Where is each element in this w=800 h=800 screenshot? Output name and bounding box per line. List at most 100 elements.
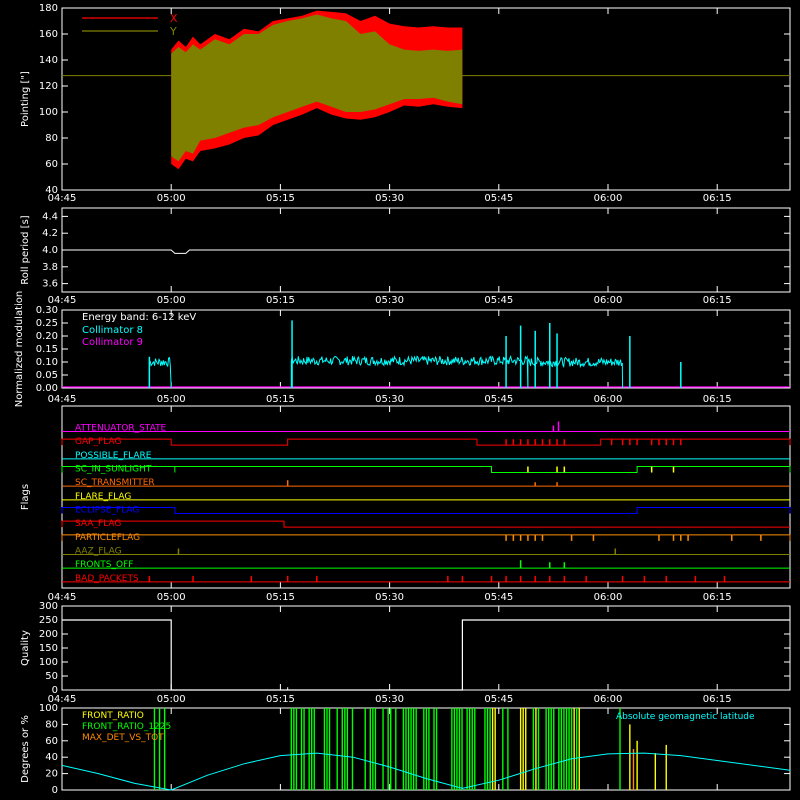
y-tick-label: 0.15	[36, 344, 58, 355]
x-tick-label: 05:15	[266, 394, 295, 405]
y-tick-label: 40	[45, 752, 58, 763]
legend-label: Collimator 8	[82, 325, 143, 336]
x-tick-label: 05:00	[157, 295, 186, 306]
y-tick-label: 80	[45, 133, 58, 144]
y-tick-label: 100	[39, 703, 58, 714]
y-tick-label: 120	[39, 81, 58, 92]
flag-label: SC_TRANSMITTER	[75, 478, 155, 488]
x-tick-label: 06:15	[703, 193, 732, 204]
x-tick-label: 05:45	[484, 295, 513, 306]
y-tick-label: 3.8	[42, 262, 58, 273]
x-tick-label: 05:30	[375, 193, 404, 204]
flag-label: SAA_FLAG	[75, 519, 121, 529]
collimator-8-segment	[148, 357, 172, 389]
x-tick-label: 05:30	[375, 694, 404, 705]
y-tick-label: 0.10	[36, 357, 58, 368]
y-axis-label: Roll period [s]	[20, 215, 31, 284]
x-tick-label: 05:15	[266, 295, 295, 306]
y-tick-label: 4.2	[42, 228, 58, 239]
y-axis-label: Normalized modulation	[14, 291, 25, 408]
y-tick-label: 150	[39, 643, 58, 654]
y-axis-label: Flags	[20, 484, 31, 510]
x-tick-label: 05:45	[484, 394, 513, 405]
y-axis-label: Quality	[20, 630, 31, 666]
flag-label: PARTICLEFLAG	[75, 533, 140, 543]
y-tick-label: 300	[39, 601, 58, 612]
panel-frame	[61, 405, 791, 589]
y-tick-label: 100	[39, 657, 58, 668]
x-tick-label: 05:00	[157, 193, 186, 204]
legend-label: X	[170, 12, 178, 25]
y-tick-label: 160	[39, 29, 58, 40]
flag-label: FLARE_FLAG	[75, 492, 131, 502]
y-tick-label: 0.25	[36, 318, 58, 329]
y-tick-label: 0.05	[36, 370, 58, 381]
x-tick-label: 05:00	[157, 394, 186, 405]
y-tick-label: 250	[39, 615, 58, 626]
telemetry-plot: 40 60 80 100 120 140 160 180 XY Pointing ["] 04:45…	[14, 3, 791, 796]
x-tick-label: 06:00	[594, 592, 623, 603]
y-tick-label: 80	[45, 719, 58, 730]
y-tick-label: 60	[45, 159, 58, 170]
y-axis-label: Pointing ["]	[20, 71, 31, 127]
x-tick-label: 05:30	[375, 394, 404, 405]
x-tick-label: 05:45	[484, 592, 513, 603]
legend-label: FRONT_RATIO	[82, 711, 144, 721]
y-tick-label: 50	[45, 671, 58, 682]
x-tick-label: 05:45	[484, 193, 513, 204]
collimator-8-segment	[290, 354, 529, 389]
legend-label: FRONT_RATIO_1225	[82, 722, 171, 732]
y-tick-label: 0.30	[36, 305, 58, 316]
x-tick-label: 06:00	[594, 394, 623, 405]
x-tick-label: 05:30	[375, 295, 404, 306]
flag-label: ATTENUATOR_STATE	[75, 424, 167, 434]
y-tick-label: 20	[45, 769, 58, 780]
x-tick-label: 05:15	[266, 694, 295, 705]
y-tick-label: 0.20	[36, 331, 58, 342]
flag-label: AAZ_FLAG	[75, 547, 122, 557]
y-axis-label: Degrees or %	[20, 715, 31, 783]
flag-label: FRONTS_OFF	[75, 560, 133, 570]
x-tick-label: 06:00	[594, 694, 623, 705]
legend-label: Y	[169, 25, 177, 38]
x-tick-label: 06:00	[594, 193, 623, 204]
flag-label: BAD_PACKETS	[75, 574, 139, 584]
flag-trace	[61, 520, 790, 528]
legend-label: MAX_DET_VS_TOT	[82, 733, 164, 743]
flag-label: POSSIBLE_FLARE	[75, 451, 152, 461]
flag-trace	[61, 507, 791, 515]
x-tick-label: 05:00	[157, 694, 186, 705]
x-tick-label: 04:45	[48, 394, 77, 405]
x-tick-label: 05:30	[375, 592, 404, 603]
flag-label: SC_IN_SUNLIGHT	[75, 465, 152, 475]
roll-period-line	[62, 249, 790, 254]
x-tick-label: 05:00	[157, 592, 186, 603]
flag-trace	[61, 466, 791, 474]
x-tick-label: 06:15	[703, 694, 732, 705]
x-tick-label: 06:15	[703, 295, 732, 306]
y-tick-label: 100	[39, 107, 58, 118]
y-tick-label: 0	[52, 785, 58, 796]
y-tick-label: 4.4	[42, 211, 58, 222]
flag-label: GAP_FLAG	[75, 437, 121, 447]
y-tick-label: 200	[39, 629, 58, 640]
flag-label: ECLIPSE_FLAG	[75, 506, 139, 516]
y-tick-label: 180	[39, 3, 58, 14]
panel-flags	[61, 405, 791, 589]
x-tick-label: 05:45	[484, 694, 513, 705]
y-tick-label: 140	[39, 55, 58, 66]
y-tick-label: 0.00	[36, 383, 58, 394]
curve-label: Absolute geomagnetic latitude	[616, 712, 755, 722]
x-tick-label: 04:45	[48, 193, 77, 204]
x-tick-label: 05:15	[266, 193, 295, 204]
x-tick-label: 06:15	[703, 592, 732, 603]
x-tick-label: 05:15	[266, 592, 295, 603]
energy-band-annotation: Energy band: 6-12 keV	[82, 312, 196, 323]
x-tick-label: 06:15	[703, 394, 732, 405]
legend-label: Collimator 9	[82, 337, 143, 348]
quality-line	[62, 619, 790, 691]
x-tick-label: 06:00	[594, 295, 623, 306]
y-tick-label: 60	[45, 736, 58, 747]
y-tick-label: 4.0	[42, 245, 58, 256]
y-tick-label: 3.6	[42, 279, 58, 290]
